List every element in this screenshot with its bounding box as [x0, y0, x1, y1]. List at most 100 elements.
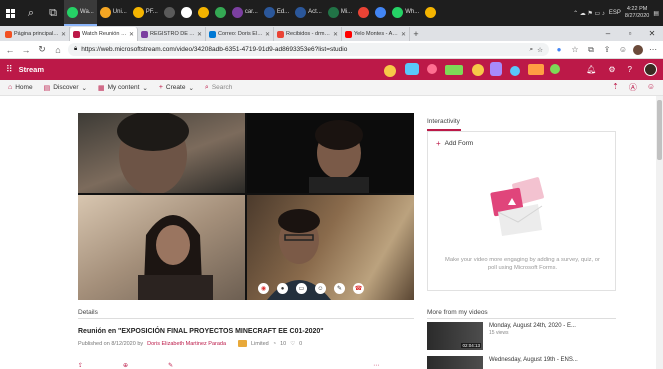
hang-up-icon[interactable]: ☎ — [353, 283, 364, 294]
nav-my-content[interactable]: ▦ My content ⌄ — [98, 84, 148, 92]
add-form-button[interactable]: + Add Form — [436, 140, 473, 148]
add-to-group-icon[interactable]: ⊕ — [123, 362, 128, 369]
address-bar[interactable]: 🔒︎ https://web.microsoftstream.com/video… — [68, 43, 549, 56]
taskbar-app[interactable]: Uni... — [97, 0, 130, 26]
nav-create[interactable]: + Create ⌄ — [159, 84, 194, 92]
related-video-title[interactable]: Monday, August 24th, 2020 - E... — [489, 322, 576, 330]
browser-tab[interactable]: Página principal de Mi...✕ — [2, 27, 70, 41]
browser-tab[interactable]: REGISTRO DE ACTIVI...✕ — [138, 27, 206, 41]
taskbar-app[interactable] — [161, 0, 178, 26]
close-window-button[interactable]: ✕ — [641, 29, 663, 38]
upload-icon[interactable]: ⇡ — [612, 82, 619, 93]
taskbar-app[interactable]: Ed... — [261, 0, 292, 26]
share-icon[interactable]: ⇪ — [601, 45, 613, 54]
taskbar-app[interactable]: PF... — [130, 0, 161, 26]
share-icon[interactable]: ⇪ — [78, 362, 83, 369]
notification-icons[interactable]: ⌃ ☁ ⚑ ▭ ♪ — [573, 10, 605, 17]
app-icon — [67, 6, 78, 18]
video-thumbnail[interactable]: 02:04:13 — [427, 322, 483, 350]
close-tab-icon[interactable]: ✕ — [333, 31, 338, 38]
nav-actions: ⇡ Ⓐ ☺ — [612, 82, 655, 93]
taskbar-app[interactable] — [422, 0, 439, 26]
close-tab-icon[interactable]: ✕ — [61, 31, 66, 38]
browser-tab[interactable]: Recibidos - drmartinez...✕ — [274, 27, 342, 41]
new-tab-button[interactable]: + — [410, 27, 422, 41]
browser-tab[interactable]: Yelo Montes - ALT... ✕ — [342, 27, 410, 41]
notifications-icon[interactable]: 🔔︎ — [586, 65, 596, 74]
related-video-title[interactable]: Wednesday, August 19th - ENS... — [489, 356, 578, 364]
my-content-icon: ▦ — [97, 84, 105, 92]
page-scrollbar[interactable] — [656, 96, 663, 369]
start-button[interactable] — [0, 0, 20, 26]
clock[interactable]: 4:22 PM 8/27/2020 — [625, 6, 649, 20]
more-menu-icon[interactable]: ⋯ — [647, 45, 659, 54]
author-link[interactable]: Doris Elizabeth Martinez Parada — [147, 341, 226, 347]
app-icon — [425, 6, 437, 18]
browser-tab[interactable]: Correo: Doris Elizabeth...✕ — [206, 27, 274, 41]
app-icon — [358, 6, 370, 18]
feedback-icon[interactable]: ☺ — [617, 45, 629, 54]
taskbar-app[interactable]: Act... — [292, 0, 325, 26]
taskbar-app[interactable] — [212, 0, 229, 26]
camera-icon[interactable]: ◉ — [258, 283, 269, 294]
taskbar-app[interactable] — [195, 0, 212, 26]
mic-icon[interactable]: ● — [277, 283, 288, 294]
user-avatar[interactable] — [644, 63, 657, 76]
close-tab-icon[interactable]: ✕ — [265, 31, 270, 38]
taskbar-app[interactable]: Wa... — [64, 0, 97, 26]
search-icon[interactable]: ⌕ — [20, 0, 42, 26]
taskbar-app[interactable] — [355, 0, 372, 26]
chat-icon[interactable]: ✎ — [334, 283, 345, 294]
scrollbar-thumb[interactable] — [657, 100, 662, 160]
app-launcher-icon[interactable]: ⠿ — [6, 64, 13, 75]
search-box[interactable]: ⌕ Search — [205, 84, 233, 92]
reload-button[interactable]: ↻ — [36, 44, 48, 55]
forward-button[interactable]: → — [20, 45, 32, 55]
maximize-button[interactable]: ▫ — [619, 29, 641, 38]
close-tab-icon[interactable]: ✕ — [401, 31, 406, 38]
favicon-icon — [5, 30, 12, 38]
related-video[interactable]: Wednesday, August 19th - ENS... — [427, 356, 616, 369]
related-video[interactable]: 02:04:13 Monday, August 24th, 2020 - E..… — [427, 322, 616, 352]
app-icon — [163, 6, 175, 18]
video-player[interactable]: ◉ ● ▭ ☺ ✎ ☎ — [78, 113, 414, 300]
participants-icon[interactable]: ☺ — [315, 283, 326, 294]
interactivity-heading[interactable]: Interactivity — [427, 118, 460, 125]
home-button[interactable]: ⌂ — [52, 45, 64, 55]
close-tab-icon[interactable]: ✕ — [197, 31, 202, 38]
back-button[interactable]: ← — [4, 45, 16, 55]
star-icon[interactable]: ☆ — [537, 46, 543, 54]
nav-discover[interactable]: ▤ Discover ⌄ — [44, 84, 87, 92]
nav-home[interactable]: ⌂ Home — [8, 84, 33, 91]
stream-title[interactable]: Stream — [19, 65, 44, 74]
feedback-icon[interactable]: ☺ — [647, 82, 655, 93]
favorites-icon[interactable]: ☆ — [569, 45, 581, 54]
profile-avatar[interactable] — [633, 44, 643, 55]
zoom-icon[interactable]: ⌕ — [530, 46, 534, 54]
minimize-button[interactable]: – — [597, 29, 619, 38]
more-videos-heading: More from my videos — [427, 309, 488, 316]
task-view-icon[interactable]: ⧉ — [42, 0, 64, 26]
browser-tab[interactable]: Watch Reunión e... ✕ — [70, 27, 138, 41]
more-icon[interactable]: ⋯ — [373, 362, 379, 369]
heart-icon[interactable]: ♡ — [290, 341, 295, 347]
taskbar-app[interactable]: Mi... — [325, 0, 355, 26]
participant-silhouette — [117, 113, 189, 193]
taskbar-app[interactable]: car... — [229, 0, 261, 26]
accessibility-icon[interactable]: Ⓐ — [629, 82, 637, 93]
taskbar-apps: Wa... Uni... PF... car... Ed... Act... Mi... Wh… — [64, 0, 439, 26]
help-icon[interactable]: ? — [628, 65, 632, 74]
taskbar-app[interactable] — [178, 0, 195, 26]
collections-icon[interactable]: ⧉ — [585, 45, 597, 55]
related-video-views: 15 views — [489, 330, 509, 336]
extension-icon[interactable]: ● — [553, 45, 565, 54]
close-tab-icon[interactable]: ✕ — [129, 31, 134, 38]
edit-icon[interactable]: ✎ — [168, 362, 173, 369]
action-center-icon[interactable]: ▤ — [653, 10, 659, 17]
taskbar-app[interactable] — [372, 0, 389, 26]
settings-icon[interactable]: ⚙ — [608, 65, 615, 74]
video-thumbnail[interactable] — [427, 356, 483, 369]
language-indicator[interactable]: ESP — [609, 10, 621, 16]
taskbar-app[interactable]: Wh... — [389, 0, 422, 26]
share-screen-icon[interactable]: ▭ — [296, 283, 307, 294]
